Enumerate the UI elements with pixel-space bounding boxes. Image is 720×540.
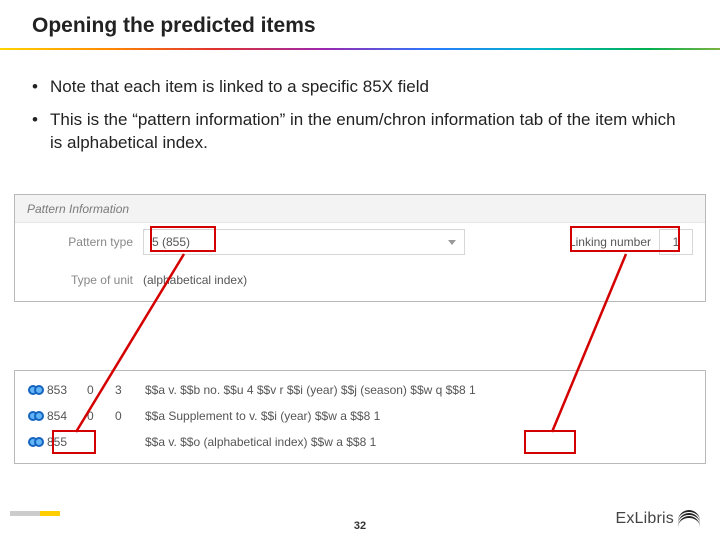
marc-ind2: 0 [115,409,145,423]
binoculars-icon[interactable] [25,409,47,424]
bullet-item: This is the “pattern information” in the… [32,109,688,155]
pattern-type-label: Pattern type [15,235,143,249]
marc-row: 855 $$a v. $$o (alphabetical index) $$w … [25,429,695,455]
slide-title: Opening the predicted items [32,14,316,38]
marc-subfields: $$a v. $$b no. $$u 4 $$v r $$i (year) $$… [145,383,695,397]
marc-subfields: $$a Supplement to v. $$i (year) $$w a $$… [145,409,695,423]
marc-row: 854 0 0 $$a Supplement to v. $$i (year) … [25,403,695,429]
binoculars-icon[interactable] [25,435,47,450]
panel-header: Pattern Information [15,195,705,223]
highlight-box [52,430,96,454]
bullet-list: Note that each item is linked to a speci… [32,76,688,165]
marc-row: 853 0 3 $$a v. $$b no. $$u 4 $$v r $$i (… [25,377,695,403]
logo-text: ExLibris [615,510,674,528]
marc-tag: 853 [47,383,87,397]
highlight-box [570,226,680,252]
type-of-unit-label: Type of unit [15,273,143,287]
logo-arc-icon [678,510,700,528]
exlibris-logo: ExLibris [615,510,700,528]
page-number: 32 [354,520,366,532]
highlight-box [524,430,576,454]
marc-fields-panel: 853 0 3 $$a v. $$b no. $$u 4 $$v r $$i (… [14,370,706,464]
marc-ind2: 3 [115,383,145,397]
highlight-box [150,226,216,252]
marc-subfields: $$a v. $$o (alphabetical index) $$w a $$… [145,435,695,449]
page-progress-bar [10,511,60,516]
type-of-unit-value: (alphabetical index) [143,273,247,287]
marc-tag: 854 [47,409,87,423]
bullet-item: Note that each item is linked to a speci… [32,76,688,99]
title-underline [0,48,720,50]
marc-ind1: 0 [87,383,115,397]
binoculars-icon[interactable] [25,383,47,398]
chevron-down-icon [448,240,456,245]
marc-ind1: 0 [87,409,115,423]
